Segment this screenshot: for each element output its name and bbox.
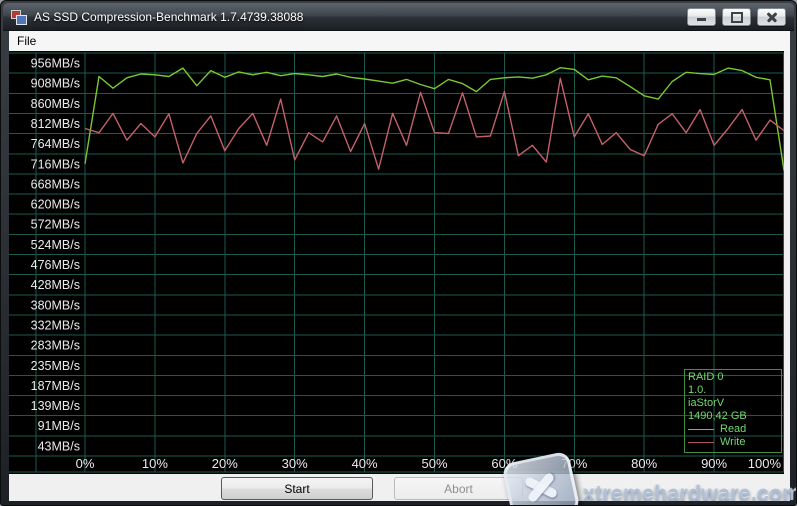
y-axis-label: 764MB/s [31,137,80,151]
y-axis-label: 908MB/s [31,77,80,91]
close-icon [766,11,778,23]
legend-entry: Read [688,423,778,436]
y-axis-label: 620MB/s [31,198,80,212]
y-axis-label: 524MB/s [31,238,80,252]
chart-background [9,51,784,474]
y-axis-label: 380MB/s [31,298,80,312]
y-axis-label: 187MB/s [31,379,80,393]
legend-line-sample [688,442,714,443]
maximize-icon [731,12,743,23]
chart-canvas: 956MB/s 908MB/s 860MB/s 812MB/s 764MB/s 716MB… [9,51,784,474]
menubar: File [9,31,790,51]
y-axis-label: 332MB/s [31,318,80,332]
x-axis-label: 90% [701,456,727,471]
y-axis-label: 860MB/s [31,97,80,111]
y-axis-label: 476MB/s [31,258,80,272]
x-axis-label: 30% [282,456,308,471]
window-title: AS SSD Compression-Benchmark 1.7.4739.38… [34,10,303,24]
minimize-icon [697,18,706,21]
legend-info-line: RAID 0 [688,371,778,384]
start-button[interactable]: Start [221,477,373,500]
window-controls [687,8,786,26]
x-axis-label: 60% [491,456,517,471]
x-axis-label: 80% [631,456,657,471]
x-axis-label: 0% [76,456,95,471]
x-axis-label: 40% [352,456,378,471]
client-area: 956MB/s 908MB/s 860MB/s 812MB/s 764MB/s 716MB… [9,51,790,501]
legend-label: Read [720,423,746,436]
close-button[interactable] [757,8,786,26]
y-axis-label: 91MB/s [38,419,80,433]
titlebar[interactable]: AS SSD Compression-Benchmark 1.7.4739.38… [3,3,794,31]
y-axis-label: 139MB/s [31,399,80,413]
app-window: AS SSD Compression-Benchmark 1.7.4739.38… [0,0,797,506]
y-axis-label: 668MB/s [31,177,80,191]
legend-line-sample [688,429,714,430]
y-axis-label: 283MB/s [31,339,80,353]
x-axis-label: 20% [212,456,238,471]
app-icon [11,10,27,24]
y-axis-label: 235MB/s [31,359,80,373]
y-axis-label: 716MB/s [31,157,80,171]
menu-file[interactable]: File [9,31,44,51]
y-axis-label: 812MB/s [31,117,80,131]
legend-entry: Write [688,436,778,449]
minimize-button[interactable] [687,8,716,26]
legend-info-line: 1.0. [688,384,778,397]
abort-button[interactable]: Abort [394,477,523,500]
maximize-button[interactable] [722,8,751,26]
legend-label: Write [720,436,745,449]
y-axis-label: 43MB/s [38,439,80,453]
x-axis-label: 50% [421,456,447,471]
y-axis-label: 572MB/s [31,218,80,232]
compression-benchmark-chart: 956MB/s 908MB/s 860MB/s 812MB/s 764MB/s 716MB… [9,51,784,474]
y-axis-label: 428MB/s [31,278,80,292]
bottom-toolbar: Start Abort [9,474,790,501]
x-axis-label: 10% [142,456,168,471]
legend-info-line: iaStorV [688,397,778,410]
x-axis-label: 100% [748,456,782,471]
chart-legend: RAID 01.0.iaStorV1490,42 GBReadWrite [684,369,782,453]
y-axis-label: 956MB/s [31,57,80,71]
legend-info-line: 1490,42 GB [688,410,778,423]
x-axis-label: 70% [561,456,587,471]
